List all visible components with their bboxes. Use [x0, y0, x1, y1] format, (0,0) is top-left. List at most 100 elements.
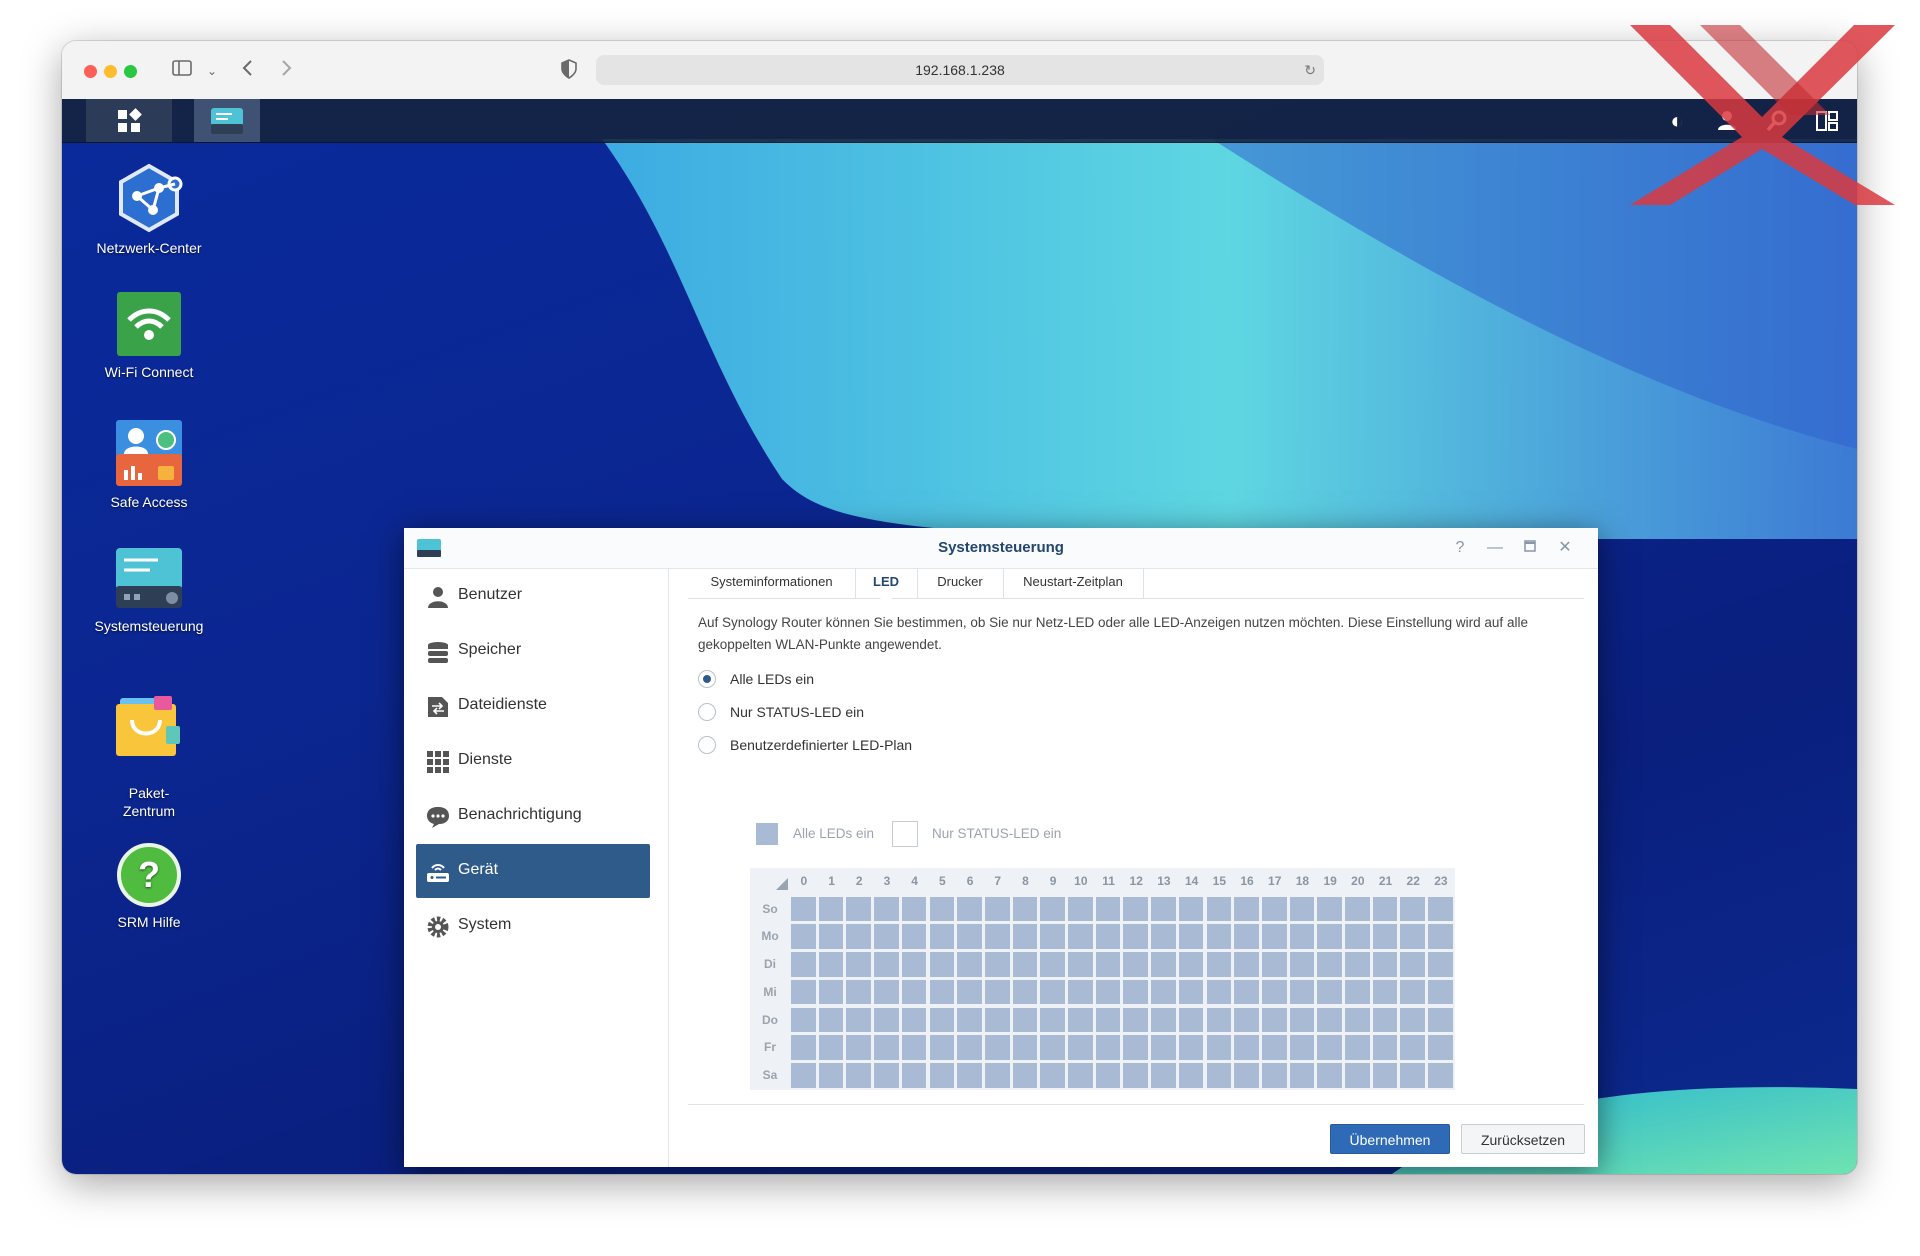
schedule-cell[interactable] [1234, 1035, 1259, 1060]
schedule-cell[interactable] [1372, 1035, 1398, 1060]
schedule-cell[interactable] [901, 1007, 927, 1033]
schedule-cell[interactable] [957, 1062, 982, 1088]
schedule-cell[interactable] [874, 979, 899, 1005]
hour-header[interactable]: 0 [790, 868, 818, 896]
hour-header[interactable]: 2 [845, 868, 873, 896]
day-label[interactable]: Di [750, 951, 790, 979]
schedule-cell[interactable] [1261, 979, 1287, 1005]
schedule-cell[interactable] [1206, 1007, 1232, 1033]
schedule-cell[interactable] [1151, 924, 1176, 950]
schedule-cell[interactable] [1068, 979, 1093, 1005]
hour-header[interactable]: 10 [1067, 868, 1095, 896]
schedule-cell[interactable] [1040, 924, 1065, 950]
schedule-cell[interactable] [929, 1062, 955, 1088]
radio-button-selected[interactable] [698, 670, 716, 688]
schedule-cell[interactable] [1317, 896, 1342, 922]
sidebar-toggle-icon[interactable] [168, 57, 196, 85]
sidebar-item-geraet[interactable]: Gerät [416, 844, 650, 898]
day-label[interactable]: Fr [750, 1034, 790, 1062]
schedule-cell[interactable] [1178, 1035, 1204, 1060]
schedule-cell[interactable] [1040, 979, 1065, 1005]
schedule-cell[interactable] [1151, 952, 1176, 977]
schedule-cell[interactable] [1095, 1035, 1121, 1060]
schedule-cell[interactable] [1289, 924, 1315, 950]
schedule-cell[interactable] [1040, 1035, 1065, 1060]
hour-header[interactable]: 18 [1289, 868, 1317, 896]
schedule-cell[interactable] [1289, 1035, 1315, 1060]
hour-header[interactable]: 16 [1233, 868, 1261, 896]
schedule-cell[interactable] [901, 1062, 927, 1088]
schedule-cell[interactable] [984, 979, 1010, 1005]
minimize-window-button[interactable] [104, 65, 117, 78]
hour-header[interactable]: 19 [1316, 868, 1344, 896]
schedule-cell[interactable] [1372, 1062, 1398, 1088]
schedule-cell[interactable] [1428, 979, 1453, 1005]
hour-header[interactable]: 3 [873, 868, 901, 896]
schedule-cell[interactable] [929, 1007, 955, 1033]
schedule-cell[interactable] [791, 1035, 816, 1060]
schedule-cell[interactable] [791, 1007, 816, 1033]
schedule-cell[interactable] [1428, 1007, 1453, 1033]
hour-header[interactable]: 13 [1150, 868, 1178, 896]
hour-header[interactable]: 4 [901, 868, 929, 896]
schedule-cell[interactable] [929, 1035, 955, 1060]
schedule-cell[interactable] [791, 979, 816, 1005]
schedule-cell[interactable] [1012, 952, 1038, 977]
schedule-cell[interactable] [1289, 896, 1315, 922]
schedule-cell[interactable] [791, 952, 816, 977]
schedule-cell[interactable] [1012, 924, 1038, 950]
schedule-cell[interactable] [1178, 924, 1204, 950]
schedule-cell[interactable] [929, 952, 955, 977]
schedule-cell[interactable] [1123, 896, 1149, 922]
schedule-cell[interactable] [901, 896, 927, 922]
schedule-cell[interactable] [1123, 1035, 1149, 1060]
day-label[interactable]: Sa [750, 1062, 790, 1090]
schedule-cell[interactable] [929, 896, 955, 922]
schedule-cell[interactable] [1345, 1062, 1370, 1088]
schedule-cell[interactable] [1040, 1062, 1065, 1088]
schedule-cell[interactable] [1178, 1062, 1204, 1088]
schedule-cell[interactable] [984, 952, 1010, 977]
help-icon[interactable]: ? [1449, 537, 1471, 559]
day-label[interactable]: Mo [750, 923, 790, 951]
schedule-cell[interactable] [1400, 952, 1426, 977]
schedule-cell[interactable] [1400, 1007, 1426, 1033]
back-icon[interactable] [234, 57, 262, 85]
forward-icon[interactable] [272, 57, 300, 85]
schedule-cell[interactable] [1234, 924, 1259, 950]
hour-header[interactable]: 9 [1039, 868, 1067, 896]
schedule-cell[interactable] [1095, 979, 1121, 1005]
schedule-cell[interactable] [1206, 1035, 1232, 1060]
schedule-cell[interactable] [1428, 896, 1453, 922]
schedule-cell[interactable] [846, 1007, 872, 1033]
schedule-cell[interactable] [957, 952, 982, 977]
schedule-cell[interactable] [1317, 1035, 1342, 1060]
schedule-cell[interactable] [1428, 1035, 1453, 1060]
taskbar-control-panel[interactable] [194, 99, 260, 142]
schedule-cell[interactable] [1123, 924, 1149, 950]
tab-systeminformationen[interactable]: Systeminformationen [688, 568, 856, 598]
schedule-cell[interactable] [1345, 979, 1370, 1005]
schedule-cell[interactable] [1372, 979, 1398, 1005]
schedule-cell[interactable] [1123, 1007, 1149, 1033]
led-schedule-grid[interactable]: 0 1 2 3 4 5 6 7 8 9 10 11 12 13 14 15 16 17 18 19 20 21 22 23 So… [750, 868, 1455, 1090]
schedule-cell[interactable] [1178, 1007, 1204, 1033]
schedule-cell[interactable] [1345, 1007, 1370, 1033]
hour-header[interactable]: 21 [1372, 868, 1400, 896]
maximize-icon[interactable] [1519, 537, 1541, 559]
schedule-cell[interactable] [901, 952, 927, 977]
schedule-cell[interactable] [901, 979, 927, 1005]
schedule-cell[interactable] [1012, 896, 1038, 922]
schedule-cell[interactable] [957, 979, 982, 1005]
schedule-cell[interactable] [791, 1062, 816, 1088]
hour-header[interactable]: 12 [1122, 868, 1150, 896]
schedule-cell[interactable] [1234, 1062, 1259, 1088]
main-menu-button[interactable] [86, 99, 172, 142]
address-bar[interactable]: 192.168.1.238 ↻ [596, 55, 1324, 85]
reload-icon[interactable]: ↻ [1304, 55, 1316, 85]
schedule-cell[interactable] [1151, 1062, 1176, 1088]
schedule-cell[interactable] [1428, 952, 1453, 977]
schedule-cell[interactable] [1012, 979, 1038, 1005]
schedule-cell[interactable] [1261, 1007, 1287, 1033]
schedule-cell[interactable] [846, 1035, 872, 1060]
